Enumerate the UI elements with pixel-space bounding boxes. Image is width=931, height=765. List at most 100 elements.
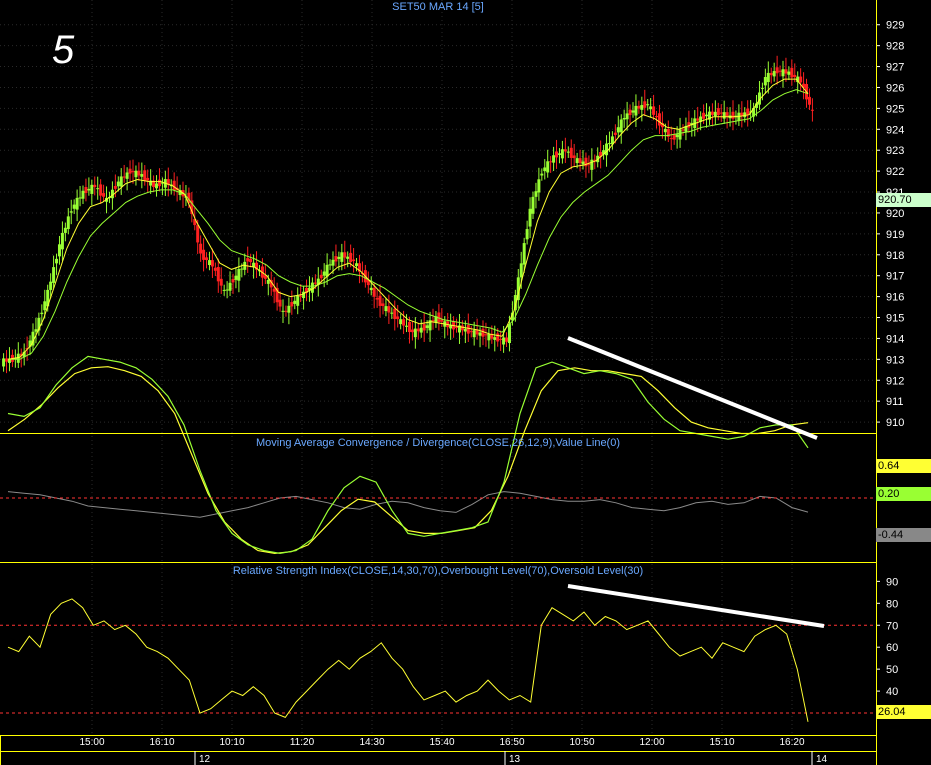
candle-body [399, 319, 403, 325]
candle-body [499, 338, 503, 340]
candle-body [784, 69, 788, 74]
y-tick-label: 913 [886, 354, 904, 366]
candle-body [155, 183, 159, 189]
candle-body [113, 185, 117, 189]
candle-body [502, 337, 506, 345]
candle-body [310, 282, 314, 293]
candle-body [519, 263, 523, 278]
candle-body [237, 269, 241, 281]
chart-title: SET50 MAR 14 [5] [392, 1, 484, 13]
candle-body [278, 299, 282, 307]
candle-body [463, 328, 467, 332]
candle-body [78, 197, 82, 199]
candle-body [419, 327, 423, 333]
y-tick-label: 912 [886, 375, 904, 387]
candle-body [205, 257, 209, 261]
candle-body [384, 306, 388, 312]
candle-body [196, 225, 200, 243]
x-tick-label: 16:10 [149, 737, 174, 748]
candle-body [349, 252, 353, 262]
candle-body [228, 282, 232, 291]
candle-body [281, 310, 285, 312]
candle-body [546, 161, 550, 173]
axes: 15:00 16:10 10:10 11:20 14:30 15:40 16:50 10:50… [0, 0, 904, 765]
candle-body [272, 288, 276, 292]
x-tick-label: 16:50 [499, 737, 524, 748]
candle-body [299, 295, 303, 297]
candle-body [313, 282, 317, 284]
candle-body [87, 188, 91, 191]
candle-body [322, 271, 326, 276]
y-tick-label: 914 [886, 333, 904, 345]
candle-body [90, 184, 94, 194]
candle-body [125, 172, 129, 179]
candle-body [507, 324, 511, 344]
candle-body [466, 325, 470, 334]
candle-body [396, 316, 400, 320]
candle-body [543, 167, 547, 172]
candle-body [325, 264, 329, 277]
candle-body [649, 106, 653, 110]
candle-body [531, 196, 535, 214]
candle-body [625, 113, 629, 120]
candle-body [469, 331, 473, 333]
candle-body [634, 105, 638, 116]
candle-body [487, 333, 491, 341]
candle-body [93, 184, 97, 188]
candle-body [722, 112, 726, 119]
candle-body [522, 243, 526, 265]
candle-body [472, 330, 476, 338]
candle-body [578, 158, 582, 163]
candle-body [760, 87, 764, 89]
candle-body [810, 109, 814, 111]
candle-body [234, 275, 238, 280]
candle-body [407, 321, 411, 333]
candle-body [413, 328, 417, 338]
candle-body [775, 67, 779, 74]
candle-body [240, 268, 244, 270]
candle-body [455, 326, 459, 328]
candle-body [219, 278, 223, 286]
macd-histogram-line [7, 491, 809, 518]
rsi-tick-label: 90 [886, 576, 898, 588]
candle-body [213, 267, 217, 271]
candle-body [505, 337, 509, 342]
candle-body [663, 128, 667, 133]
candle-body [481, 328, 485, 337]
macd-signal-line [7, 366, 809, 555]
candle-body [746, 108, 750, 116]
candle-body [569, 147, 573, 158]
macd-tag-macd: 0.20 [876, 487, 931, 501]
trend-lines [567, 336, 825, 628]
y-tick-label: 911 [886, 396, 904, 408]
candle-body [207, 260, 211, 266]
candle-body [799, 76, 803, 83]
day-label: 14 [816, 754, 828, 765]
candle-body [766, 72, 770, 83]
candle-body [549, 161, 553, 163]
candle-body [284, 310, 288, 312]
candle-body [631, 110, 635, 113]
candle-body [355, 263, 359, 267]
candle-body [669, 138, 673, 140]
candle-body [216, 267, 220, 282]
candle-body [781, 69, 785, 77]
candle-body [622, 118, 626, 120]
candle-body [525, 229, 529, 240]
candle-body [102, 193, 106, 197]
candle-body [128, 168, 132, 174]
candle-body [393, 308, 397, 319]
y-tick-label: 916 [886, 292, 904, 304]
candle-body [134, 170, 138, 178]
candle-body [657, 113, 661, 126]
candle-body [372, 287, 376, 297]
candle-body [328, 264, 332, 266]
candle-body [528, 208, 532, 227]
candle-body [119, 176, 123, 187]
candle-body [534, 191, 538, 197]
candle-body [540, 173, 544, 176]
candle-body [778, 70, 782, 72]
candle-body [566, 151, 570, 153]
x-tick-label: 16:20 [779, 737, 804, 748]
candle-body [319, 274, 323, 279]
